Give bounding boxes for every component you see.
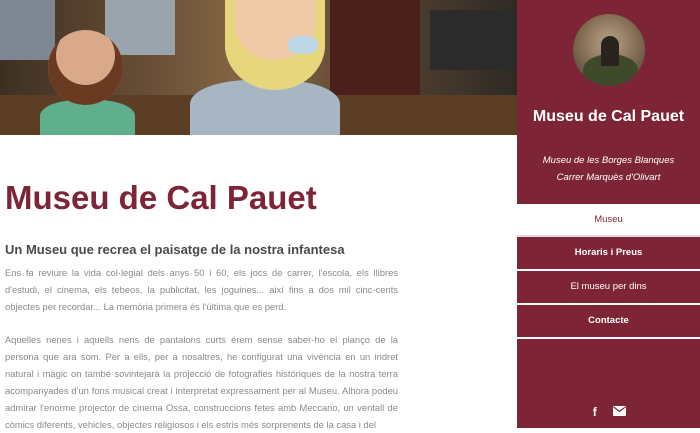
- site-title: Museu de Cal Pauet: [532, 108, 685, 125]
- intro-paragraph: Ens fa reviure la vida col·legial dels a…: [5, 267, 398, 312]
- nav-item-museu-per-dins[interactable]: El museu per dins: [517, 271, 700, 305]
- facebook-icon[interactable]: f: [591, 406, 599, 418]
- sidebar-nav: Museu Horaris i Preus El museu per dins …: [517, 204, 700, 339]
- sidebar-footer: f: [517, 339, 700, 428]
- site-subtitle: Museu de les Borges Blanques Carrer Marq…: [517, 152, 700, 186]
- main-content: Museu de Cal Pauet Un Museu que recrea e…: [0, 135, 517, 430]
- nav-item-museu[interactable]: Museu: [517, 204, 700, 237]
- page-subtitle: Un Museu que recrea el paisatge de la no…: [5, 242, 345, 257]
- avatar: [573, 14, 645, 86]
- social-icons: f: [517, 403, 700, 421]
- nav-item-horaris[interactable]: Horaris i Preus: [517, 237, 700, 271]
- nav-item-contacte[interactable]: Contacte: [517, 305, 700, 339]
- hero-image: [0, 0, 517, 135]
- body-paragraph: Aquelles nenes i aquells nens de pantalo…: [5, 334, 398, 430]
- site-subtitle-line1: Museu de les Borges Blanques: [542, 155, 675, 166]
- mail-icon[interactable]: [613, 403, 627, 421]
- page-title: Museu de Cal Pauet: [5, 179, 317, 216]
- sidebar-header: Museu de Cal Pauet Museu de les Borges B…: [517, 0, 700, 204]
- site-subtitle-line2: Carrer Marquès d'Olivart: [556, 172, 661, 183]
- sidebar: Museu de Cal Pauet Museu de les Borges B…: [517, 0, 700, 428]
